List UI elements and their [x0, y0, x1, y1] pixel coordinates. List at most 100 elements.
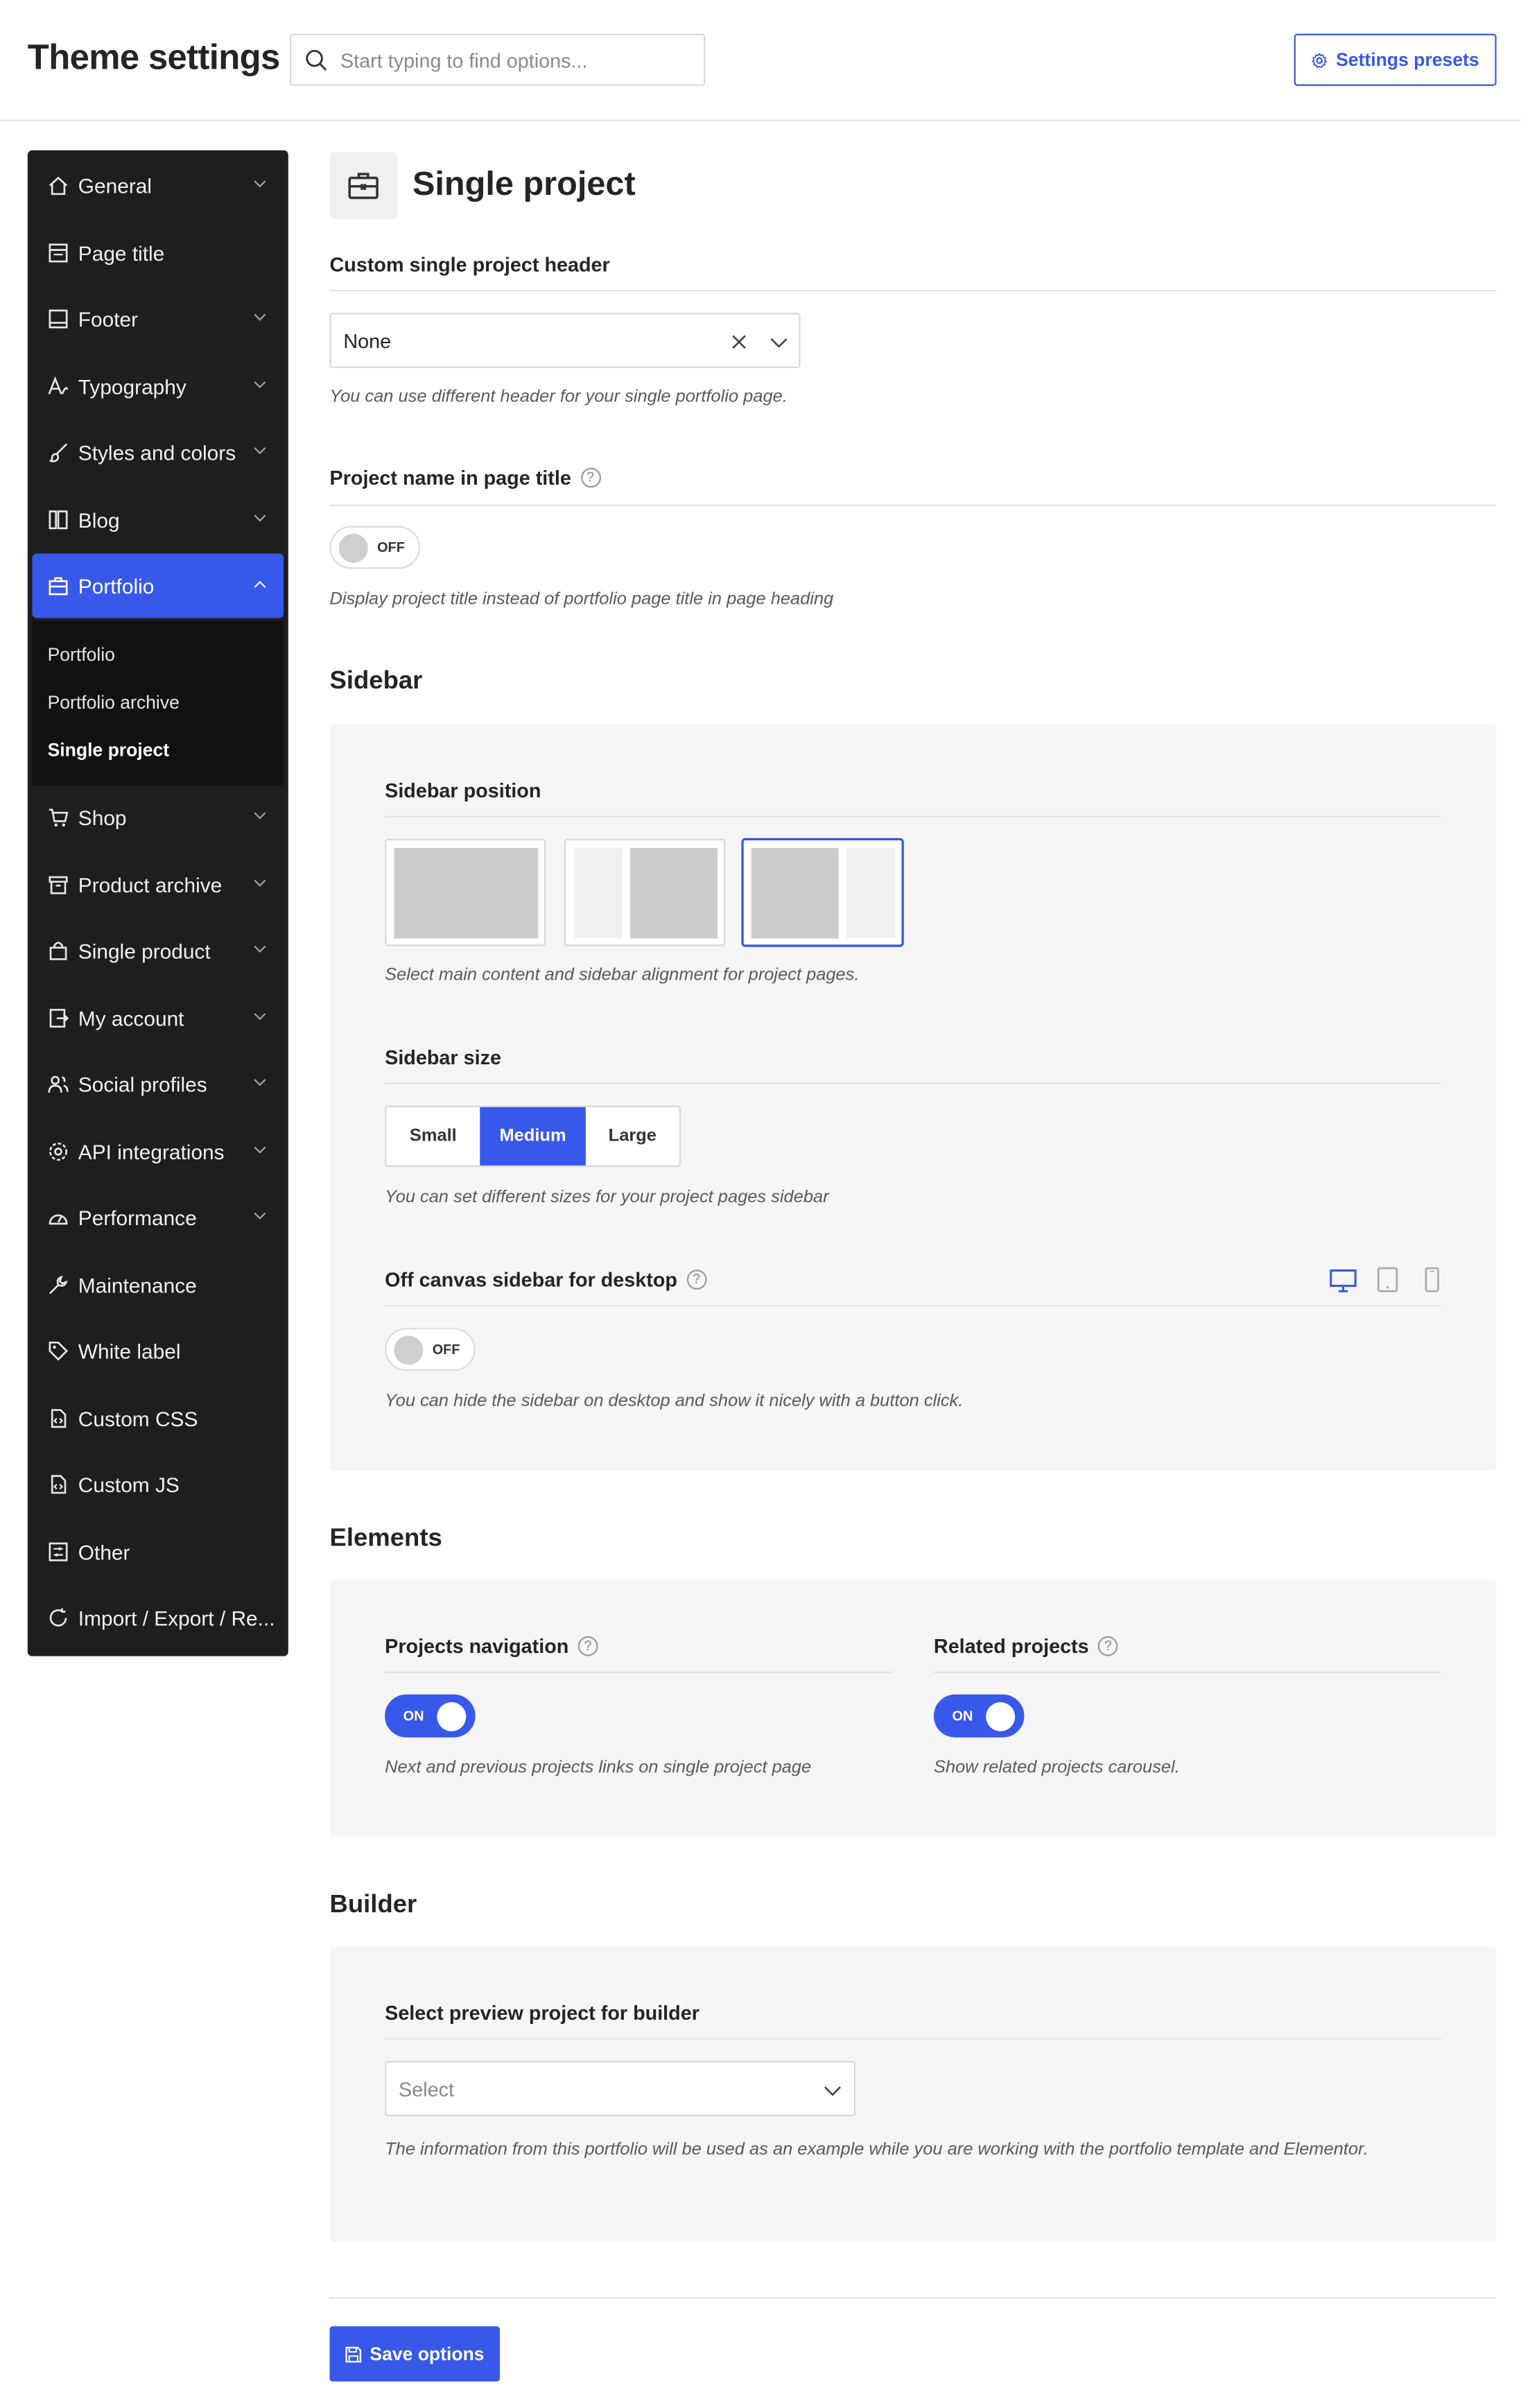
sidebar-position-none[interactable] [385, 838, 546, 946]
submenu-item-single-project[interactable]: Single project [48, 739, 170, 761]
sidebar-item-social-profiles[interactable]: Social profiles [28, 1052, 288, 1116]
sidebar-item-api-integrations[interactable]: API integrations [28, 1120, 288, 1184]
custom-header-label: Custom single project header [330, 253, 610, 276]
preview-project-select[interactable]: Select [385, 2061, 856, 2117]
divider [329, 290, 1497, 292]
sidebar-item-custom-js[interactable]: Custom JS [28, 1452, 288, 1516]
search-field[interactable] [290, 33, 706, 86]
custom-header-label-text: Custom single project header [329, 252, 610, 277]
blog-icon [49, 510, 68, 530]
sidebar-item-footer[interactable]: Footer [28, 287, 288, 352]
sidebar-item-performance[interactable]: Performance [28, 1186, 288, 1250]
sidebar-item-white-label[interactable]: White label [28, 1319, 288, 1383]
sidebar-item-typography[interactable]: Typography [28, 354, 288, 419]
home-icon [49, 176, 68, 196]
archive-icon [49, 876, 68, 894]
divider [385, 815, 1441, 817]
sidebar-item-label: Performance [78, 1206, 197, 1229]
sidebar-position-right[interactable] [742, 838, 903, 946]
submenu-item-portfolio[interactable]: Portfolio [48, 644, 115, 666]
project-name-hint: Display project title instead of portfol… [329, 590, 834, 609]
sidebar-item-label: Portfolio [78, 574, 155, 598]
elements-panel [329, 1579, 1497, 1837]
related-projects-label: Related projects ? [934, 1635, 1118, 1658]
custom-header-select[interactable]: None [329, 313, 801, 368]
chevron-down-icon [254, 381, 266, 389]
projects-navigation-hint: Next and previous projects links on sing… [385, 1758, 812, 1778]
tag-icon [49, 1342, 69, 1361]
sidebar-size-selector: Small Medium Large [385, 1105, 681, 1168]
sidebar-item-styles-and-colors[interactable]: Styles and colors [28, 420, 288, 485]
size-medium-button[interactable]: Medium [480, 1107, 586, 1166]
builder-section-title: Builder [329, 1891, 417, 1918]
search-icon [306, 50, 327, 71]
chevron-up-icon [254, 580, 266, 588]
save-options-button[interactable]: Save options [329, 2326, 501, 2382]
sidebar-item-page-title[interactable]: Page title [28, 220, 288, 285]
settings-presets-button[interactable]: Settings presets [1294, 33, 1497, 86]
sidebar-position-left[interactable] [564, 838, 726, 946]
preview-project-hint: The information from this portfolio will… [385, 2140, 1368, 2160]
briefcase-icon [49, 577, 68, 596]
submenu-item-portfolio-archive[interactable]: Portfolio archive [48, 691, 180, 713]
typography-icon [48, 376, 69, 395]
gauge-icon [49, 1214, 68, 1225]
projects-navigation-toggle[interactable]: ON [385, 1694, 476, 1738]
sidebar-position-hint: Select main content and sidebar alignmen… [385, 966, 860, 985]
sidebar-item-product-archive[interactable]: Product archive [28, 853, 288, 917]
size-large-button[interactable]: Large [586, 1107, 679, 1166]
portfolio-submenu: Portfolio Portfolio archive Single proje… [32, 621, 284, 786]
mobile-icon[interactable] [1425, 1267, 1440, 1293]
help-icon[interactable]: ? [580, 467, 600, 488]
sidebar-item-custom-css[interactable]: Custom CSS [28, 1386, 288, 1450]
sidebar-size-label-text: Sidebar size [385, 1046, 501, 1069]
sidebar-item-label: My account [78, 1006, 184, 1030]
app-title: Theme settings [27, 37, 281, 77]
clear-icon[interactable] [731, 334, 747, 349]
sidebar-item-general[interactable]: General [28, 153, 288, 218]
preview-project-placeholder: Select [399, 2077, 454, 2102]
sidebar-item-other[interactable]: Other [28, 1520, 288, 1584]
chevron-down-icon [254, 1013, 266, 1021]
help-icon[interactable]: ? [1097, 1636, 1118, 1656]
sidebar-item-import-export[interactable]: Import / Export / Re... [28, 1586, 288, 1650]
help-icon[interactable]: ? [686, 1270, 707, 1290]
custom-header-hint: You can use different header for your si… [329, 388, 788, 407]
tablet-icon[interactable] [1377, 1267, 1398, 1293]
divider [385, 1671, 893, 1673]
toggle-knob [437, 1701, 467, 1732]
sidebar-item-label: White label [78, 1339, 181, 1363]
chevron-down-icon[interactable] [824, 2086, 842, 2097]
sidebar-item-shop[interactable]: Shop [28, 785, 288, 849]
sidebar-item-single-product[interactable]: Single product [28, 919, 288, 983]
toggle-knob [986, 1701, 1016, 1732]
size-small-button[interactable]: Small [386, 1107, 480, 1166]
sidebar-item-label: Single product [78, 939, 211, 962]
sidebar-item-label: Custom JS [78, 1473, 180, 1496]
sidebar-item-maintenance[interactable]: Maintenance [28, 1253, 288, 1317]
sidebar-item-portfolio[interactable]: Portfolio [32, 553, 284, 618]
sidebar-item-label: Maintenance [78, 1273, 197, 1297]
chevron-down-icon [254, 1079, 266, 1086]
related-projects-toggle[interactable]: ON [933, 1694, 1025, 1738]
related-projects-hint: Show related projects carousel. [933, 1758, 1180, 1778]
save-options-label: Save options [370, 2343, 485, 2365]
chevron-down-icon [254, 447, 266, 455]
chevron-down-icon [254, 514, 266, 522]
project-name-toggle[interactable]: OFF [329, 526, 421, 569]
sidebar-item-label: API integrations [78, 1140, 225, 1163]
sidebar-item-label: Page title [78, 241, 165, 265]
chevron-down-icon [254, 1212, 266, 1220]
desktop-icon[interactable] [1330, 1268, 1357, 1292]
sidebar-item-blog[interactable]: Blog [28, 487, 288, 552]
search-input[interactable] [340, 35, 693, 85]
sliders-icon [49, 1542, 68, 1561]
chevron-down-icon[interactable] [770, 338, 788, 348]
page-title: Single project [412, 164, 636, 202]
toggle-state: ON [403, 1708, 424, 1724]
help-icon[interactable]: ? [577, 1636, 598, 1656]
sidebar-item-my-account[interactable]: My account [28, 986, 288, 1050]
refresh-icon [49, 1608, 67, 1627]
preview-project-label: Select preview project for builder [385, 2001, 699, 2024]
offcanvas-toggle[interactable]: OFF [385, 1328, 476, 1371]
